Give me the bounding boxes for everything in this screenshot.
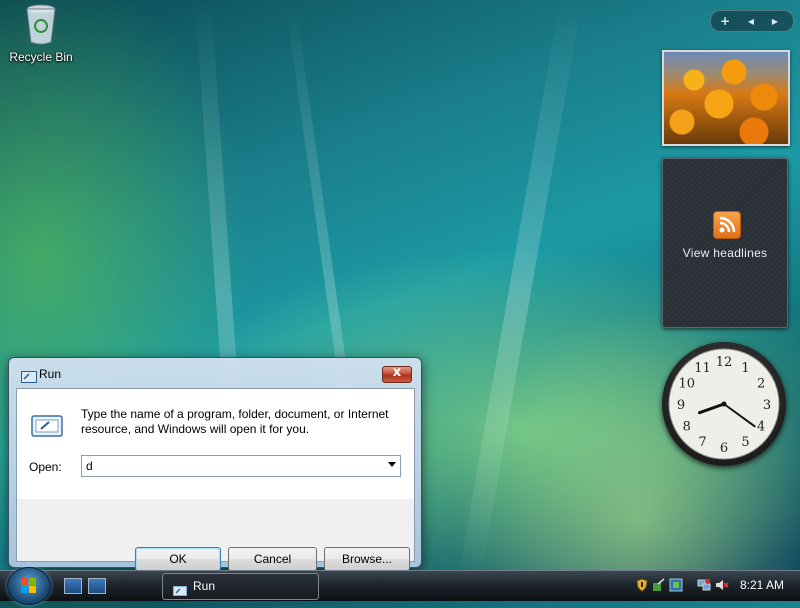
clock-number: 1 — [741, 361, 749, 376]
wallpaper-ray — [455, 0, 582, 595]
network-icon[interactable] — [697, 577, 711, 591]
security-center-shield-icon[interactable] — [635, 577, 649, 592]
run-dialog-body: Type the name of a program, folder, docu… — [16, 388, 415, 571]
switch-windows-icon[interactable] — [88, 578, 106, 594]
run-program-icon — [31, 415, 63, 437]
desktop-icon-label: Recycle Bin — [9, 50, 73, 64]
previous-gadgets-button[interactable]: ◀ — [739, 17, 763, 26]
run-taskbar-icon — [173, 581, 187, 596]
windows-logo-icon — [21, 578, 36, 593]
next-gadgets-button[interactable]: ▶ — [763, 17, 787, 26]
clock-number: 4 — [757, 420, 765, 435]
run-dialog-title: Run — [39, 367, 62, 381]
defender-icon[interactable] — [669, 577, 683, 592]
recycle-bin-icon — [24, 2, 58, 46]
clock-number: 9 — [677, 398, 685, 413]
taskbar-clock[interactable]: 8:21 AM — [740, 578, 784, 592]
close-button[interactable]: x — [382, 365, 412, 383]
desktop-icon-recycle-bin[interactable]: Recycle Bin — [6, 2, 76, 64]
ok-button[interactable]: OK — [135, 547, 221, 571]
close-icon: x — [392, 365, 402, 380]
open-input-value[interactable]: d — [86, 459, 93, 473]
clock-number: 12 — [716, 355, 733, 370]
clock-number: 11 — [694, 361, 711, 376]
clock-number: 3 — [763, 398, 771, 413]
clock-face: 12 12 3 45678 9 1011 — [668, 348, 780, 460]
browse-button[interactable]: Browse... — [324, 547, 410, 571]
run-title-icon — [21, 368, 39, 383]
view-headlines-label: View headlines — [682, 246, 768, 260]
clock-number: 6 — [720, 441, 728, 456]
clock-number: 2 — [757, 377, 765, 392]
clock-gadget[interactable]: 12 1 2 3 4 5 6 7 8 9 10 11 — [662, 342, 786, 466]
taskbar-button-run[interactable]: Run — [162, 573, 319, 600]
run-description: Type the name of a program, folder, docu… — [81, 407, 389, 436]
clock-number: 8 — [683, 420, 691, 435]
open-label: Open: — [29, 460, 62, 474]
clock-number: 10 — [679, 377, 696, 392]
chevron-down-icon[interactable] — [388, 462, 396, 467]
cancel-button[interactable]: Cancel — [228, 547, 317, 571]
clock-number: 7 — [698, 435, 706, 450]
run-dialog: Run x Type the name of a program, folder… — [8, 357, 422, 571]
add-gadget-button[interactable]: + — [711, 14, 739, 28]
windows-update-icon[interactable] — [652, 577, 666, 591]
open-combobox[interactable]: d — [81, 455, 401, 477]
clock-number: 5 — [741, 435, 749, 450]
show-desktop-icon[interactable] — [64, 578, 82, 594]
start-button[interactable] — [7, 567, 51, 605]
volume-muted-icon[interactable] — [715, 577, 729, 591]
sidebar-controls: + ◀ ▶ — [710, 10, 794, 32]
rss-feed-icon — [713, 211, 741, 239]
run-dialog-content — [17, 389, 414, 499]
taskbar-button-label: Run — [193, 579, 216, 593]
feed-headlines-gadget[interactable]: View headlines — [662, 158, 788, 328]
slideshow-gadget[interactable] — [662, 50, 790, 146]
